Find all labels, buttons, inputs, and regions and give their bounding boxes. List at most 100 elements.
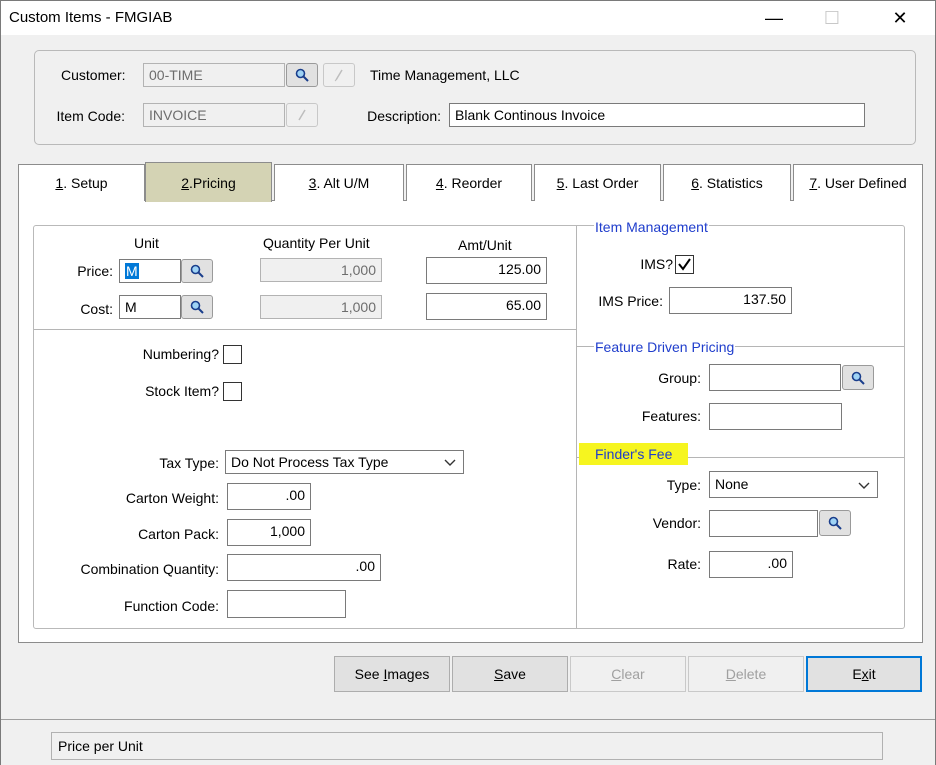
search-icon — [828, 516, 842, 530]
group-label: Group: — [658, 370, 701, 386]
rate-field[interactable]: .00 — [709, 551, 793, 578]
tab-last-order-label: 5. Last Order — [556, 175, 639, 191]
status-text: Price per Unit — [51, 732, 883, 760]
carton-weight-label: Carton Weight: — [125, 490, 219, 506]
see-images-button[interactable]: See Images — [334, 656, 450, 692]
search-icon — [295, 68, 309, 82]
fee-type-value: None — [715, 476, 749, 492]
features-label: Features: — [641, 408, 701, 424]
maximize-icon: ☐ — [823, 7, 841, 28]
price-label: Price: — [77, 263, 113, 279]
stock-item-checkbox[interactable] — [223, 382, 242, 401]
qty-per-unit-header: Quantity Per Unit — [263, 235, 370, 251]
tab-reorder[interactable]: 4. Reorder — [406, 164, 532, 201]
tab-pricing-label: 2.Pricing — [181, 174, 236, 191]
group-field[interactable] — [709, 364, 841, 391]
vendor-label: Vendor: — [652, 515, 701, 531]
function-code-label: Function Code: — [124, 598, 219, 614]
description-field[interactable]: Blank Continous Invoice — [449, 103, 865, 127]
price-unit-lookup-button[interactable] — [181, 259, 213, 283]
ims-checkbox[interactable] — [675, 255, 694, 274]
tab-reorder-label: 4. Reorder — [435, 175, 503, 191]
tab-alt-um-label: 3. Alt U/M — [308, 175, 370, 191]
tax-type-label: Tax Type: — [159, 455, 219, 471]
customer-name: Time Management, LLC — [370, 67, 520, 83]
fee-type-label: Type: — [666, 477, 701, 493]
clear-label: Clear — [611, 666, 645, 682]
search-icon — [190, 264, 204, 278]
item-code-field[interactable]: INVOICE — [143, 103, 285, 127]
price-qty-field[interactable]: 1,000 — [260, 258, 382, 282]
tab-user-defined[interactable]: 7. User Defined — [793, 164, 923, 201]
edit-icon — [298, 109, 306, 121]
numbering-checkbox[interactable] — [223, 345, 242, 364]
exit-label: Exit — [852, 666, 876, 682]
price-unit-field[interactable]: M — [119, 259, 181, 283]
clear-button[interactable]: Clear — [570, 656, 686, 692]
item-code-button[interactable] — [286, 103, 318, 127]
cost-qty-field[interactable]: 1,000 — [260, 295, 382, 319]
edit-icon — [334, 69, 343, 82]
cost-label: Cost: — [80, 301, 113, 317]
combination-quantity-field[interactable]: .00 — [227, 554, 381, 581]
description-label: Description: — [367, 108, 441, 124]
carton-pack-label: Carton Pack: — [138, 526, 219, 542]
carton-weight-field[interactable]: .00 — [227, 483, 311, 510]
tab-statistics[interactable]: 6. Statistics — [663, 164, 791, 201]
ims-label: IMS? — [640, 256, 673, 272]
save-label: Save — [494, 666, 526, 682]
unit-header: Unit — [134, 235, 159, 251]
tax-type-select[interactable]: Do Not Process Tax Type — [225, 450, 464, 474]
price-amt-field[interactable]: 125.00 — [426, 257, 547, 284]
close-icon: ✕ — [892, 7, 908, 28]
finders-fee-title: Finder's Fee — [579, 443, 689, 465]
ims-price-field[interactable]: 137.50 — [669, 287, 792, 314]
group-lookup-button[interactable] — [842, 365, 874, 390]
tax-type-value: Do Not Process Tax Type — [231, 454, 389, 470]
combination-quantity-label: Combination Quantity: — [80, 561, 219, 577]
checkmark-icon — [678, 258, 691, 271]
customer-code-field[interactable]: 00-TIME — [143, 63, 285, 87]
carton-pack-field[interactable]: 1,000 — [227, 519, 311, 546]
tab-last-order[interactable]: 5. Last Order — [534, 164, 661, 201]
vendor-lookup-button[interactable] — [819, 510, 851, 536]
delete-button[interactable]: Delete — [688, 656, 804, 692]
status-bar: Price per Unit — [1, 719, 935, 765]
column-divider — [576, 226, 577, 628]
amt-unit-header: Amt/Unit — [458, 237, 512, 253]
minimize-button[interactable]: — — [751, 1, 797, 35]
vendor-field[interactable] — [709, 510, 818, 537]
customer-lookup-button[interactable] — [286, 63, 318, 87]
tab-alt-um[interactable]: 3. Alt U/M — [274, 164, 404, 201]
chevron-down-icon — [444, 459, 456, 466]
close-button[interactable]: ✕ — [877, 1, 923, 35]
item-code-label: Item Code: — [56, 108, 125, 124]
delete-label: Delete — [725, 666, 767, 682]
maximize-button[interactable]: ☐ — [809, 1, 855, 35]
function-code-field[interactable] — [227, 590, 346, 618]
numbering-label: Numbering? — [142, 346, 219, 362]
chevron-down-icon — [858, 482, 870, 489]
save-button[interactable]: Save — [452, 656, 568, 692]
price-unit-value: M — [125, 263, 139, 279]
cost-unit-field[interactable]: M — [119, 295, 181, 319]
cost-amt-field[interactable]: 65.00 — [426, 293, 547, 320]
tab-user-defined-label: 7. User Defined — [809, 175, 907, 191]
custom-items-window: Custom Items - FMGIAB — ☐ ✕ Customer: 00… — [0, 0, 936, 765]
fee-type-select[interactable]: None — [709, 471, 878, 498]
cost-unit-lookup-button[interactable] — [181, 295, 213, 319]
tab-pricing[interactable]: 2.Pricing — [145, 162, 272, 202]
item-management-title: Item Management — [594, 219, 709, 235]
stock-item-label: Stock Item? — [145, 383, 219, 399]
customer-edit-button[interactable] — [323, 63, 355, 87]
pricing-divider — [34, 329, 576, 330]
minimize-icon: — — [765, 7, 783, 28]
feature-pricing-title: Feature Driven Pricing — [594, 339, 736, 355]
rate-label: Rate: — [667, 556, 701, 572]
customer-label: Customer: — [61, 67, 126, 83]
features-field[interactable] — [709, 403, 842, 430]
tab-setup[interactable]: 1. Setup — [18, 164, 145, 201]
exit-button[interactable]: Exit — [806, 656, 922, 692]
tab-statistics-label: 6. Statistics — [691, 175, 763, 191]
window-title: Custom Items - FMGIAB — [9, 9, 173, 26]
